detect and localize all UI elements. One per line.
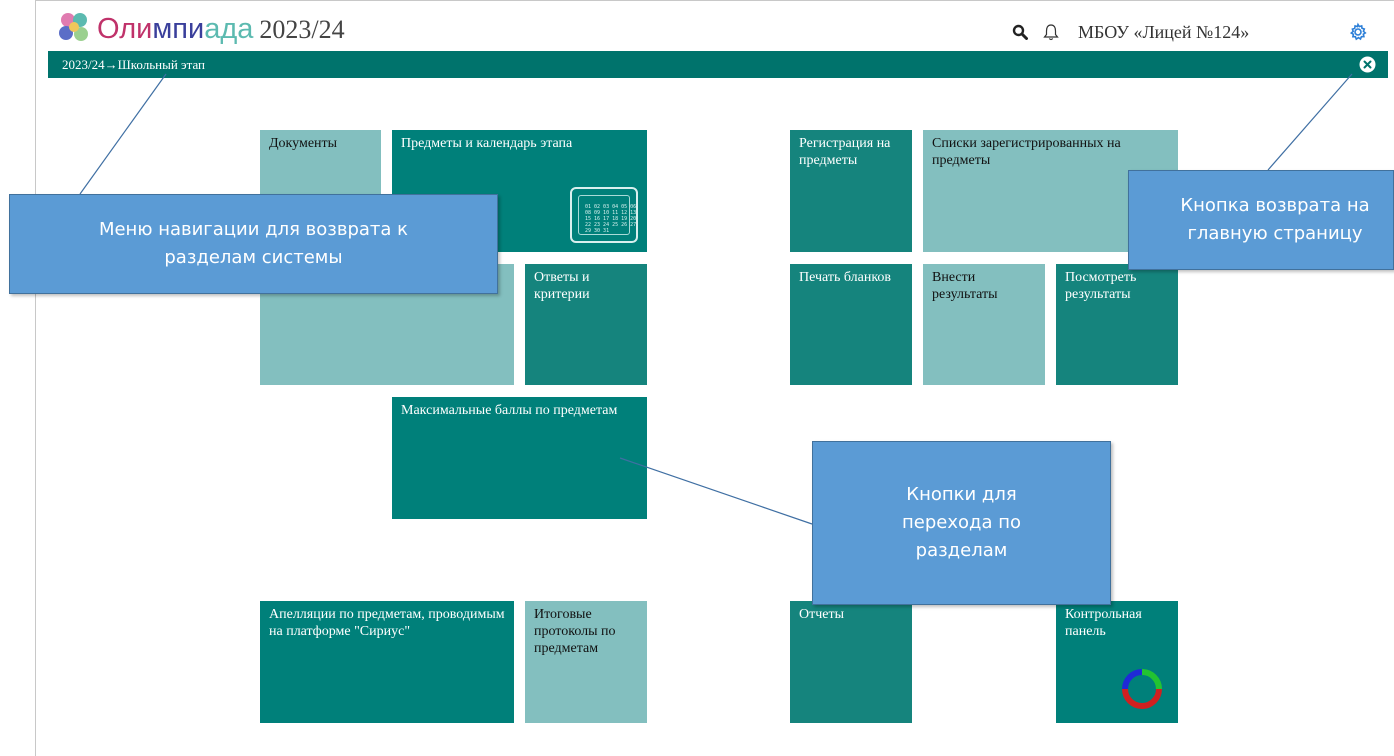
calendar-grid: 01 02 03 04 05 06 08 09 10 11 12 13 15 1… [578, 195, 636, 235]
breadcrumb[interactable]: 2023/24→Школьный этап [62, 57, 205, 73]
callout-leader-lines [79, 73, 1353, 525]
calendar-icon: 01 02 03 04 05 06 08 09 10 11 12 13 15 1… [570, 187, 638, 243]
bell-icon[interactable] [1043, 23, 1059, 41]
tile-documents-label: Документы [269, 136, 338, 151]
tile-print-forms-label: Печать бланков [799, 270, 892, 285]
callout-section-buttons: Кнопки для перехода по разделам [812, 441, 1111, 605]
tile-appeals-label: Апелляции по предметам, проводимым на пл… [269, 607, 505, 639]
close-icon[interactable] [1359, 56, 1376, 73]
app-title-part3: ада [204, 13, 254, 45]
organization-name[interactable]: МБОУ «Лицей №124» [1078, 22, 1249, 43]
tile-control-panel[interactable]: Контрольная панель [1056, 601, 1178, 723]
tile-reports[interactable]: Отчеты [790, 601, 912, 723]
tile-final-protocols[interactable]: Итоговые протоколы по предметам [525, 601, 647, 723]
tile-answers-criteria[interactable]: Ответы и критерии [525, 264, 647, 385]
tile-registered-lists-label: Списки зарегистрированных на предметы [932, 136, 1121, 168]
callout-section-buttons-text: Кнопки для перехода по разделам [902, 484, 1021, 561]
gear-icon[interactable] [1348, 22, 1368, 42]
callout-home-button-text: Кнопка возврата на главную страницу [1180, 195, 1370, 244]
dashboard-ring-icon [1122, 669, 1162, 709]
tile-reports-label: Отчеты [799, 607, 845, 622]
tile-view-results[interactable]: Посмотреть результаты [1056, 264, 1178, 385]
tile-enter-results[interactable]: Внести результаты [923, 264, 1045, 385]
tile-print-forms[interactable]: Печать бланков [790, 264, 912, 385]
search-icon[interactable] [1012, 24, 1028, 40]
flower-logo-icon[interactable] [56, 10, 92, 46]
tile-control-panel-label: Контрольная панель [1065, 607, 1142, 639]
tile-subjects-calendar-label: Предметы и календарь этапа [401, 136, 573, 151]
tile-registration-label: Регистрация на предметы [799, 136, 891, 168]
tile-max-scores[interactable]: Максимальные баллы по предметам [392, 397, 647, 519]
navigation-bar: 2023/24→Школьный этап [48, 51, 1388, 78]
app-year: 2023/24 [259, 15, 345, 44]
tile-view-results-label: Посмотреть результаты [1065, 270, 1137, 302]
app-title: Олимпиада 2023/24 [97, 12, 345, 47]
tile-answers-criteria-label: Ответы и критерии [534, 270, 590, 302]
app-title-part2: мпи [152, 13, 205, 45]
tile-appeals[interactable]: Апелляции по предметам, проводимым на пл… [260, 601, 514, 723]
callout-nav-menu: Меню навигации для возврата к разделам с… [9, 194, 498, 294]
callout-home-button: Кнопка возврата на главную страницу [1128, 170, 1394, 270]
callout-nav-menu-text: Меню навигации для возврата к разделам с… [98, 219, 409, 268]
calendar-dates: 01 02 03 04 05 06 08 09 10 11 12 13 15 1… [585, 204, 637, 234]
app-title-part1: Оли [97, 13, 153, 45]
page-frame-top [35, 0, 1394, 1]
tile-max-scores-label: Максимальные баллы по предметам [401, 403, 618, 418]
tile-enter-results-label: Внести результаты [932, 270, 998, 302]
tile-registration[interactable]: Регистрация на предметы [790, 130, 912, 252]
page-frame-left [35, 0, 36, 756]
tile-final-protocols-label: Итоговые протоколы по предметам [534, 607, 616, 656]
